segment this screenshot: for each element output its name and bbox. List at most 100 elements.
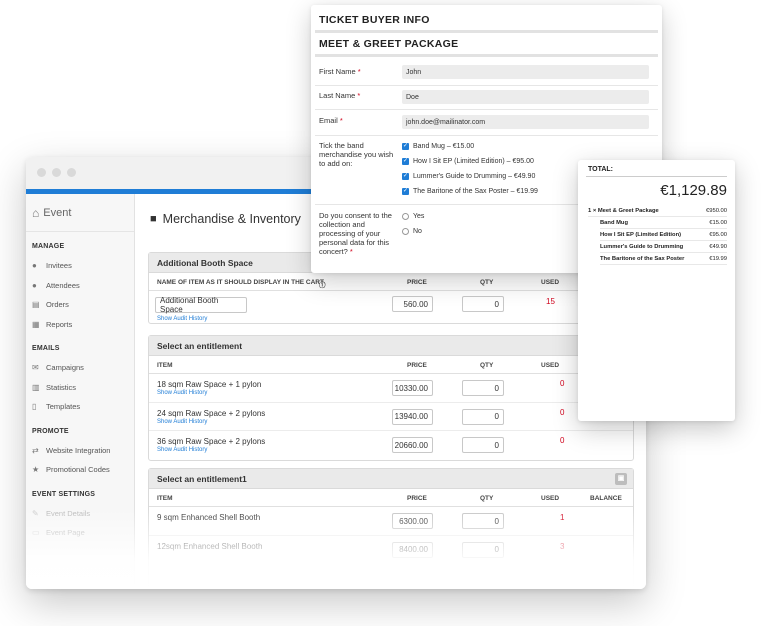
form-divider xyxy=(315,30,658,33)
qty-input[interactable]: 0 xyxy=(462,380,504,396)
checkbox-checked-icon: ✓ xyxy=(402,173,409,180)
table-row: 24 sqm Raw Space + 2 pylons Show Audit H… xyxy=(149,403,633,431)
form-divider xyxy=(315,54,658,57)
checkbox-checked-icon: ✓ xyxy=(402,158,409,165)
user-icon: ● xyxy=(32,280,37,290)
sidebar-event-home[interactable]: ⌂ Event xyxy=(26,194,134,232)
column-header-used: USED xyxy=(541,495,560,502)
sidebar-item-event-page[interactable]: ▭ Event Page xyxy=(26,523,134,543)
email-field[interactable]: john.doe@mailinator.com xyxy=(402,115,649,129)
total-line-item: How I Sit EP (Limited Edition) €95.00 xyxy=(600,229,727,241)
column-header-qty: QTY xyxy=(480,279,494,286)
item-name-input[interactable]: Additional Booth Space xyxy=(155,296,247,314)
column-header-price: PRICE xyxy=(407,362,427,369)
sidebar-item-templates[interactable]: ▯ Templates xyxy=(26,397,134,417)
show-audit-history-link[interactable]: Show Audit History xyxy=(157,419,207,425)
column-headers: ITEM PRICE QTY USED xyxy=(149,356,633,374)
consent-question-label: Do you consent to the collection and pro… xyxy=(319,211,392,256)
consent-no-radio[interactable]: No xyxy=(402,228,422,235)
price-input[interactable]: 560.00 xyxy=(392,296,433,312)
qty-input[interactable]: 0 xyxy=(462,437,504,453)
sidebar-item-attendees[interactable]: ● Attendees xyxy=(26,276,134,296)
qty-input[interactable]: 0 xyxy=(462,296,504,312)
sidebar-item-reports[interactable]: ▦ Reports xyxy=(26,315,134,335)
show-audit-history-link[interactable]: Show Audit History xyxy=(157,447,207,453)
show-audit-history-link[interactable]: Show Audit History xyxy=(157,316,207,322)
show-audit-history-link[interactable]: Show Audit History xyxy=(157,390,207,396)
column-header-item: ITEM xyxy=(157,495,173,502)
sidebar-item-label: Orders xyxy=(46,300,69,310)
form-subtitle: MEET & GREET PACKAGE xyxy=(319,38,459,50)
window-dot-icon xyxy=(52,168,61,177)
column-header-item: ITEM xyxy=(157,362,173,369)
used-value: 0 xyxy=(560,436,565,445)
used-value: 15 xyxy=(546,297,555,306)
column-headers: NAME OF ITEM AS IT SHOULD DISPLAY IN THE… xyxy=(149,273,633,291)
sidebar-item-website-integration[interactable]: ⇄ Website Integration xyxy=(26,441,134,461)
sidebar-item-invitees[interactable]: ● Invitees xyxy=(26,256,134,276)
panel-title: Select an entitlement1 ▣ xyxy=(149,469,633,489)
radio-icon xyxy=(402,228,409,235)
briefcase-icon: ■ xyxy=(150,213,157,225)
sidebar-section-title: EMAILS xyxy=(32,345,60,352)
merch-option-band-mug[interactable]: ✓ Band Mug – €15.00 xyxy=(402,143,474,150)
arrows-icon: ⇄ xyxy=(32,445,39,455)
file-icon: ▯ xyxy=(32,402,37,412)
sidebar-item-campaigns[interactable]: ✉ Campaigns xyxy=(26,358,134,378)
sidebar-item-label: Promotional Codes xyxy=(46,465,110,475)
used-value: 1 xyxy=(560,513,565,522)
item-name: 24 sqm Raw Space + 2 pylons xyxy=(157,408,266,418)
column-header-item: NAME OF ITEM AS IT SHOULD DISPLAY IN THE… xyxy=(157,279,324,286)
price-input[interactable]: 10330.00 xyxy=(392,380,433,396)
price-input[interactable]: 20660.00 xyxy=(392,437,433,453)
sidebar-item-promotional-codes[interactable]: ★ Promotional Codes xyxy=(26,460,134,480)
item-name: 18 sqm Raw Space + 1 pylon xyxy=(157,380,262,389)
column-header-qty: QTY xyxy=(480,362,494,369)
column-header-qty: QTY xyxy=(480,495,494,502)
last-name-label: Last Name * xyxy=(319,91,361,100)
envelope-icon: ✉ xyxy=(32,363,39,373)
column-header-price: PRICE xyxy=(407,279,427,286)
sidebar-event-label: Event xyxy=(43,206,72,219)
form-separator xyxy=(315,109,658,110)
qty-input[interactable]: 0 xyxy=(462,541,504,558)
column-header-used: USED xyxy=(541,362,560,369)
checkbox-checked-icon: ✓ xyxy=(402,143,409,150)
sidebar-item-statistics[interactable]: ▥ Statistics xyxy=(26,378,134,398)
page-title-text: Merchandise & Inventory xyxy=(162,212,301,226)
user-icon: ● xyxy=(32,261,37,271)
sidebar-item-label: Statistics xyxy=(46,382,77,392)
merch-option-drumming-guide[interactable]: ✓ Lummer's Guide to Drumming – €49.90 xyxy=(402,173,535,180)
table-row: 18 sqm Raw Space + 1 pylon Show Audit Hi… xyxy=(149,374,633,403)
sidebar-section-title: PROMOTE xyxy=(32,427,69,435)
column-headers: ITEM PRICE QTY USED BALANCE xyxy=(149,489,633,507)
panel-select-entitlement: Select an entitlement ITEM PRICE QTY USE… xyxy=(148,335,634,461)
item-name: 12sqm Enhanced Shell Booth xyxy=(157,541,263,551)
merch-option-ep[interactable]: ✓ How I Sit EP (Limited Edition) – €95.00 xyxy=(402,158,534,165)
price-input[interactable]: 6300.00 xyxy=(392,513,433,529)
merch-option-poster[interactable]: ✓ The Baritone of the Sax Poster – €19.99 xyxy=(402,188,538,195)
consent-yes-radio[interactable]: Yes xyxy=(402,213,424,220)
form-separator xyxy=(315,135,658,136)
table-icon: ▦ xyxy=(32,319,40,329)
star-icon: ★ xyxy=(32,465,40,475)
item-name: 9 sqm Enhanced Shell Booth xyxy=(157,513,261,522)
first-name-label: First Name * xyxy=(319,67,361,76)
lock-icon[interactable]: ▣ xyxy=(615,473,627,485)
column-header-balance: BALANCE xyxy=(590,495,622,502)
window-dot-icon xyxy=(67,168,76,177)
first-name-field[interactable]: John xyxy=(402,65,649,79)
price-input[interactable]: 8400.00 xyxy=(392,541,433,558)
last-name-field[interactable]: Doe xyxy=(402,90,649,104)
total-amount: €1,129.89 xyxy=(660,182,727,199)
sidebar-item-label: Attendees xyxy=(46,280,80,290)
sidebar-item-label: Templates xyxy=(46,402,81,412)
qty-input[interactable]: 0 xyxy=(462,513,504,529)
price-input[interactable]: 13940.00 xyxy=(392,408,433,425)
qty-input[interactable]: 0 xyxy=(462,408,504,425)
used-value: 0 xyxy=(560,379,565,388)
sidebar-item-orders[interactable]: ▤ Orders xyxy=(26,295,134,315)
sidebar-item-event-details[interactable]: ✎ Event Details xyxy=(26,504,134,524)
radio-icon xyxy=(402,213,409,220)
sidebar-item-label: Campaigns xyxy=(46,363,84,373)
